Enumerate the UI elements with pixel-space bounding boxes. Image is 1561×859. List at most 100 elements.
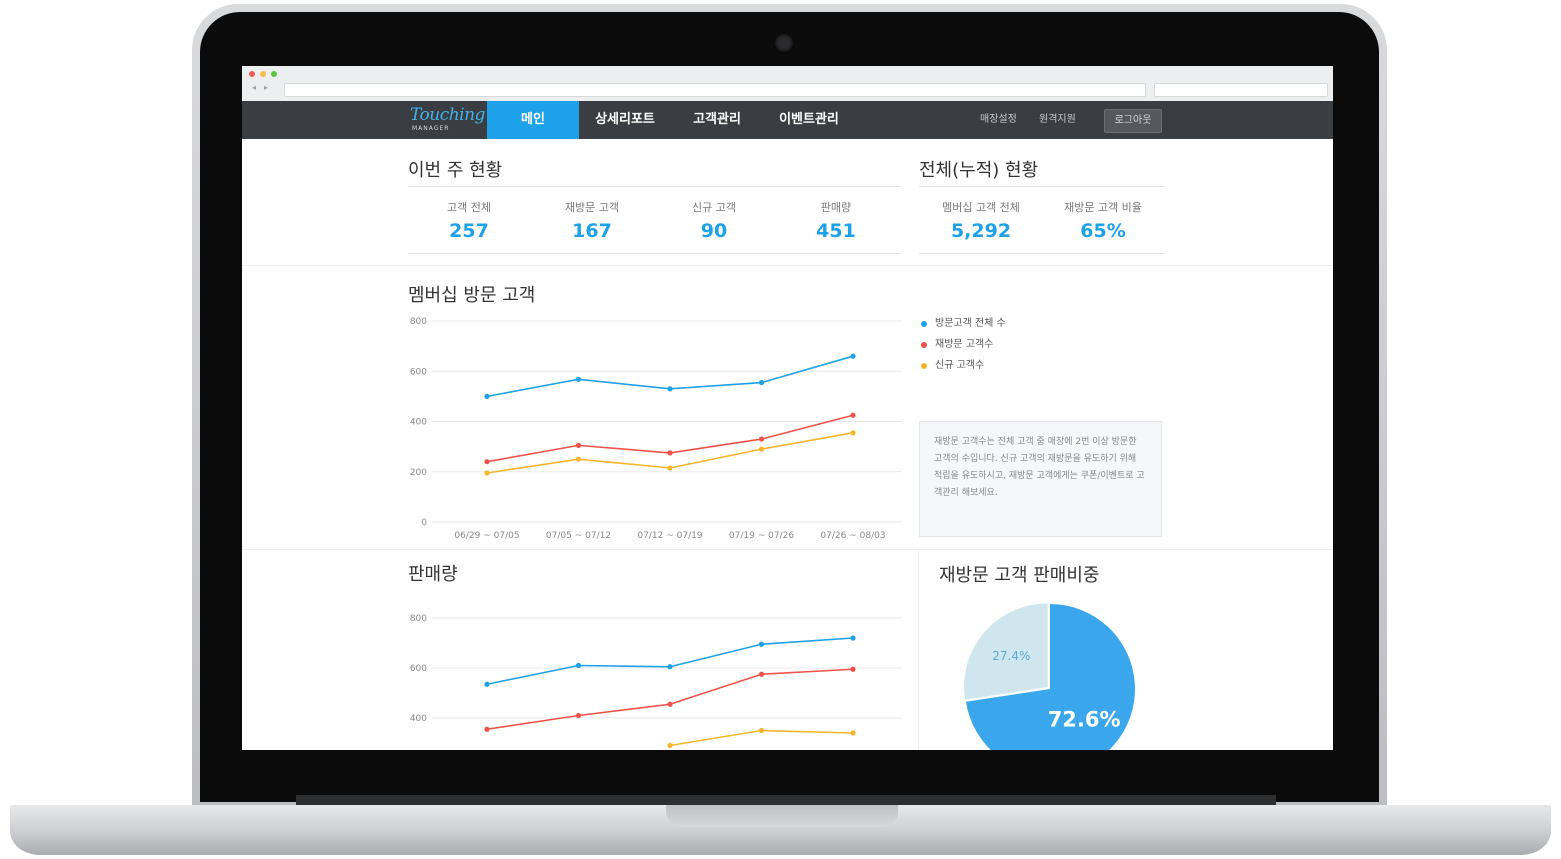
y-tick-label: 0	[421, 518, 427, 528]
data-point[interactable]	[484, 470, 490, 476]
legend-label: 재방문 고객수	[935, 339, 994, 350]
data-point[interactable]	[667, 742, 673, 749]
legend-dot-icon	[921, 342, 927, 348]
series-line-1	[486, 668, 854, 731]
remote-support-link[interactable]: 원격지원	[1039, 101, 1076, 139]
data-point[interactable]	[850, 666, 856, 672]
data-point[interactable]	[575, 376, 582, 382]
divider	[919, 253, 1164, 254]
data-point[interactable]	[575, 442, 582, 448]
x-tick-label: 06/29 ~ 07/05	[454, 531, 519, 541]
stat-label-returning-customers: 재방문 고객	[564, 201, 620, 214]
sales-chart: 400 600 800	[410, 614, 902, 749]
tab-main[interactable]: 메인	[487, 101, 579, 139]
section-separator	[242, 549, 1333, 550]
stat-value-return-rate: 65%	[1080, 220, 1126, 242]
y-tick-label: 400	[410, 714, 427, 724]
pie-slice-label: 72.6%	[1048, 707, 1121, 731]
data-point[interactable]	[850, 730, 856, 736]
data-point[interactable]	[758, 436, 765, 442]
y-tick-label: 400	[410, 418, 427, 428]
logo-wordmark: Touching	[410, 105, 485, 125]
data-point[interactable]	[850, 430, 856, 436]
stat-label-new-customers: 신규 고객	[692, 201, 736, 214]
browser-search-input[interactable]	[1154, 83, 1328, 97]
legend-dot-icon	[921, 321, 927, 327]
close-window-icon[interactable]	[249, 71, 255, 77]
data-point[interactable]	[850, 353, 856, 359]
weekly-status-title: 이번 주 현황	[408, 160, 503, 181]
legend-item-new: 신규 고객수	[919, 358, 1006, 379]
logo-subtitle: MANAGER	[412, 125, 450, 132]
divider	[408, 253, 900, 254]
stat-label-membership-total: 멤버십 고객 전체	[942, 201, 1020, 214]
divider	[919, 186, 1164, 187]
legend-item-total: 방문고객 전체 수	[919, 316, 1006, 337]
x-tick-label: 07/12 ~ 07/19	[637, 531, 702, 541]
data-point[interactable]	[667, 450, 673, 456]
data-point[interactable]	[850, 412, 856, 418]
stat-label-total-customers: 고객 전체	[447, 201, 491, 214]
data-point[interactable]	[758, 379, 765, 386]
section-separator	[242, 265, 1333, 266]
chart-legend: 방문고객 전체 수 재방문 고객수 신규 고객수	[919, 316, 1006, 379]
series-line-0	[486, 637, 854, 686]
screen: ◂ ▸ Touching MANAGER 메인 상세리포트 고객관리 이벤트관리…	[242, 66, 1333, 750]
stat-value-membership-total: 5,292	[950, 220, 1012, 242]
sales-chart-title: 판매량	[408, 564, 458, 585]
laptop-hinge	[296, 795, 1276, 805]
data-point[interactable]	[850, 635, 856, 641]
data-point[interactable]	[484, 393, 490, 399]
data-point[interactable]	[667, 386, 673, 392]
data-point[interactable]	[667, 664, 673, 670]
stat-value-total-customers: 257	[449, 220, 489, 242]
data-point[interactable]	[758, 671, 765, 677]
legend-item-returning: 재방문 고객수	[919, 337, 1006, 358]
tab-event-management[interactable]: 이벤트관리	[764, 101, 854, 139]
pie-chart-title: 재방문 고객 판매비중	[939, 565, 1100, 586]
y-tick-label: 200	[410, 468, 427, 478]
address-bar[interactable]	[284, 83, 1146, 97]
browser-toolbar: ◂ ▸	[242, 66, 1333, 102]
membership-chart-title: 멤버십 방문 고객	[408, 285, 536, 306]
data-point[interactable]	[758, 641, 765, 647]
touching-manager-logo[interactable]: Touching MANAGER	[410, 105, 485, 135]
divider	[918, 550, 919, 750]
x-tick-label: 07/26 ~ 08/03	[820, 531, 885, 541]
minimize-window-icon[interactable]	[260, 71, 266, 77]
stat-label-return-rate: 재방문 고객 비율	[1064, 201, 1142, 214]
legend-label: 신규 고객수	[935, 360, 985, 371]
app-navbar: Touching MANAGER 메인 상세리포트 고객관리 이벤트관리 매장설…	[242, 101, 1333, 139]
forward-arrow-icon[interactable]: ▸	[264, 83, 268, 92]
stat-value-new-customers: 90	[700, 220, 728, 242]
webcam-icon	[775, 34, 793, 52]
data-point[interactable]	[575, 662, 582, 669]
data-point[interactable]	[758, 727, 765, 734]
x-tick-label: 07/19 ~ 07/26	[729, 531, 794, 541]
stat-label-sales: 판매량	[820, 201, 852, 214]
stat-value-returning-customers: 167	[572, 220, 612, 242]
stat-value-sales: 451	[816, 220, 856, 242]
y-tick-label: 800	[410, 317, 427, 327]
tab-detail-report[interactable]: 상세리포트	[580, 101, 670, 139]
tab-customer-management[interactable]: 고객관리	[672, 101, 762, 139]
x-tick-label: 07/05 ~ 07/12	[546, 531, 611, 541]
legend-dot-icon	[921, 363, 927, 369]
y-tick-label: 800	[410, 614, 427, 624]
logout-button[interactable]: 로그아웃	[1104, 109, 1162, 133]
data-point[interactable]	[667, 465, 673, 471]
store-settings-link[interactable]: 매장설정	[980, 101, 1017, 139]
data-point[interactable]	[484, 681, 490, 687]
data-point[interactable]	[575, 456, 582, 462]
data-point[interactable]	[575, 712, 582, 719]
data-point[interactable]	[484, 459, 490, 465]
back-arrow-icon[interactable]: ◂	[252, 83, 256, 92]
data-point[interactable]	[484, 726, 490, 732]
pie-slice-label: 27.4%	[992, 649, 1030, 663]
membership-visitors-chart: 0 200 400 600 800 06/29 ~ 07/05 07/05 ~ 07/12 0…	[410, 317, 902, 541]
maximize-window-icon[interactable]	[271, 71, 277, 77]
y-tick-label: 600	[410, 664, 427, 674]
data-point[interactable]	[667, 701, 673, 707]
y-tick-label: 600	[410, 367, 427, 377]
data-point[interactable]	[758, 446, 765, 452]
